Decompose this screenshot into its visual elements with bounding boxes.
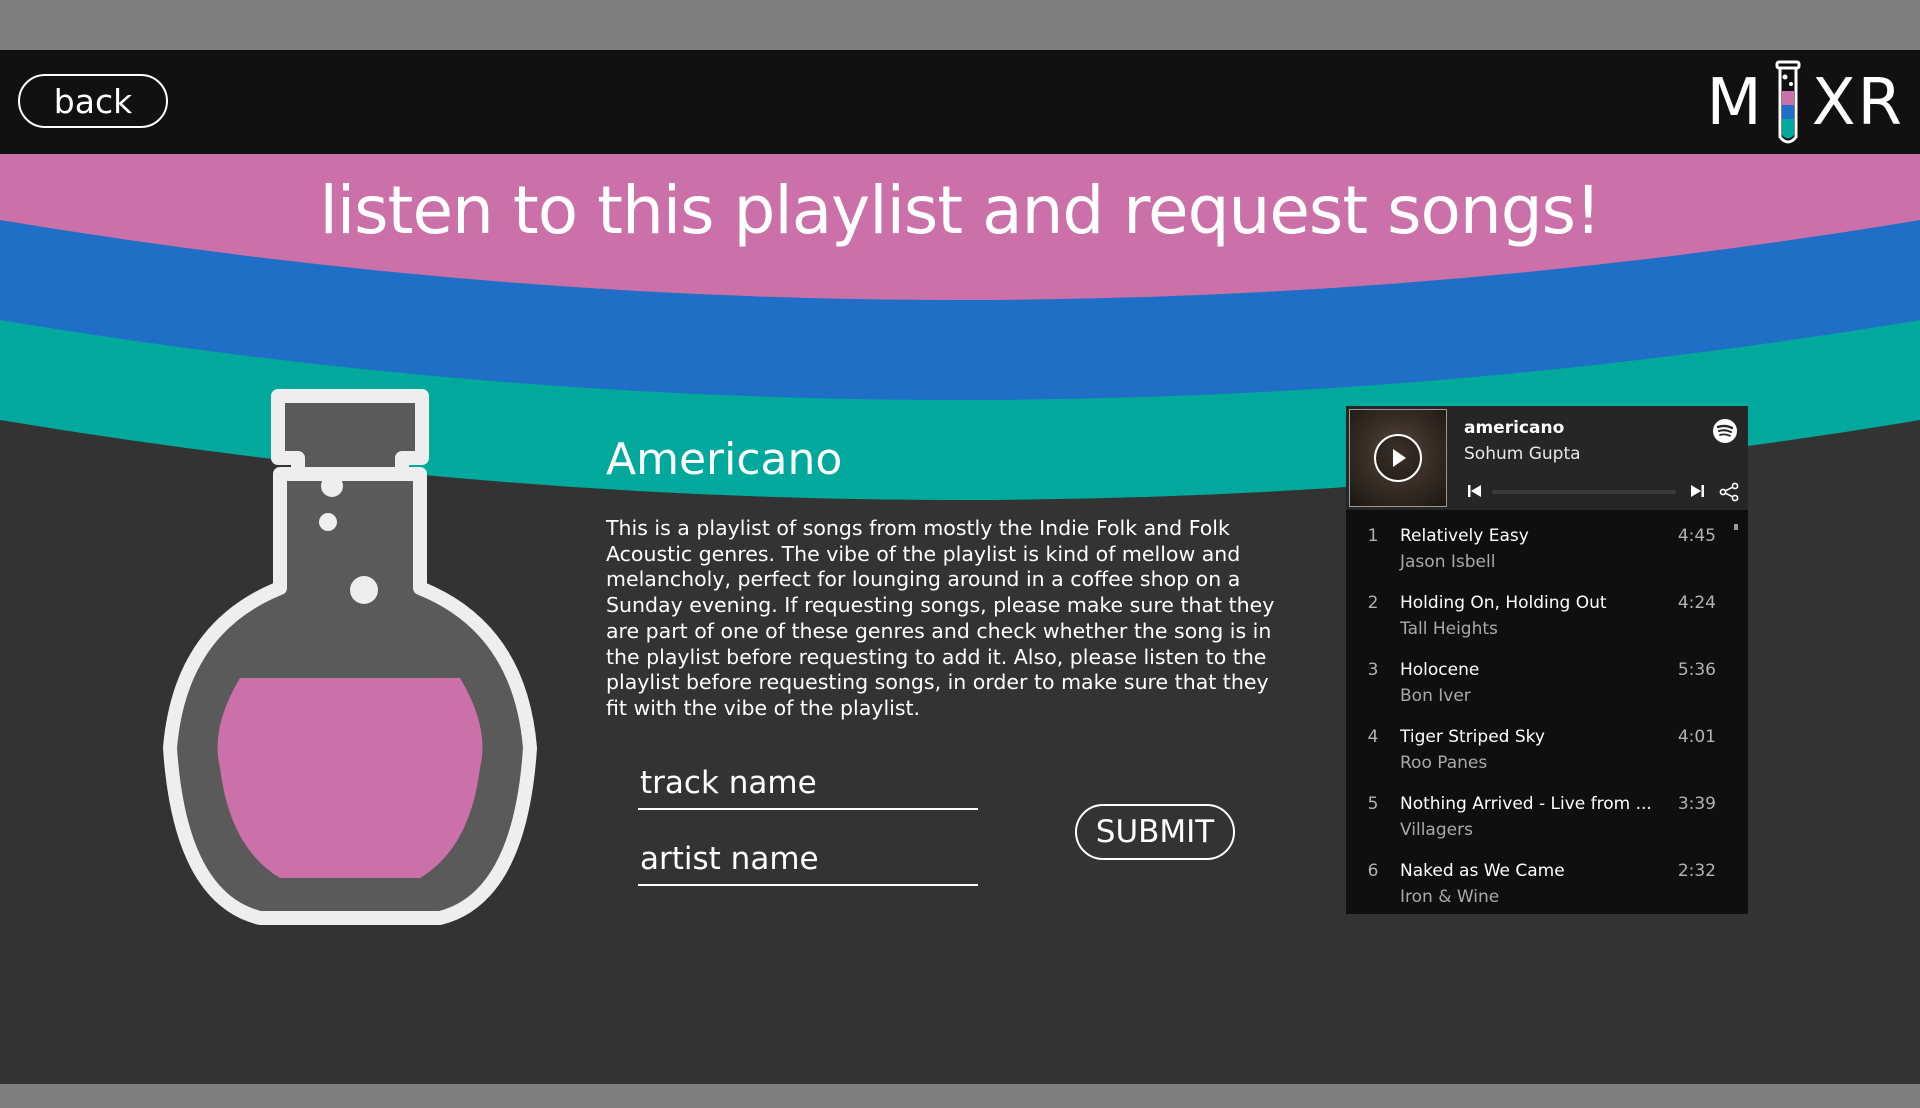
track-duration: 3:39 — [1677, 794, 1716, 814]
track-artist[interactable]: Tall Heights — [1400, 619, 1498, 639]
track-duration: 4:24 — [1677, 593, 1716, 613]
test-tube-icon — [1775, 60, 1801, 144]
flask-illustration — [163, 389, 537, 925]
track-number: 3 — [1367, 660, 1379, 680]
track-number: 1 — [1367, 526, 1379, 546]
track-duration: 4:01 — [1677, 727, 1716, 747]
track-row[interactable]: 3 Holocene Bon Iver 5:36 — [1346, 652, 1736, 712]
next-track-icon[interactable] — [1688, 482, 1706, 500]
track-duration: 4:45 — [1677, 526, 1716, 546]
flask-bubble — [350, 576, 378, 604]
track-artist[interactable]: Bon Iver — [1400, 686, 1471, 706]
track-number: 2 — [1367, 593, 1379, 613]
track-title: Relatively Easy — [1400, 526, 1529, 546]
track-row[interactable]: 6 Naked as We Came Iron & Wine 2:32 — [1346, 853, 1736, 913]
track-name-field — [638, 758, 978, 810]
track-title: Nothing Arrived - Live from ... — [1400, 794, 1650, 814]
artist-name-field — [638, 834, 978, 886]
previous-track-icon[interactable] — [1466, 482, 1484, 500]
submit-button[interactable]: SUBMIT — [1075, 804, 1235, 860]
spotify-owner[interactable]: Sohum Gupta — [1464, 444, 1581, 464]
flask-liquid — [217, 678, 483, 878]
track-number: 4 — [1367, 727, 1379, 747]
track-artist[interactable]: Iron & Wine — [1400, 887, 1499, 907]
progress-bar[interactable] — [1492, 490, 1676, 494]
track-row[interactable]: 5 Nothing Arrived - Live from ... Villag… — [1346, 786, 1736, 846]
back-button[interactable]: back — [18, 74, 168, 128]
spotify-embed: americano Sohum Gupta 1 Relatively Easy … — [1346, 406, 1748, 914]
track-number: 5 — [1367, 794, 1379, 814]
album-art[interactable] — [1349, 409, 1447, 507]
play-icon[interactable] — [1374, 434, 1422, 482]
logo-text-right: XR — [1811, 66, 1904, 140]
flask-bubble — [319, 513, 337, 531]
track-row[interactable]: 4 Tiger Striped Sky Roo Panes 4:01 — [1346, 719, 1736, 779]
top-bar: back M XR — [0, 50, 1920, 154]
track-number: 6 — [1367, 861, 1379, 881]
track-duration: 2:32 — [1677, 861, 1716, 881]
app-frame: back M XR listen to this playlist and re… — [0, 50, 1920, 1084]
playlist-description: This is a playlist of songs from mostly … — [606, 516, 1275, 720]
page-title: listen to this playlist and request song… — [319, 172, 1602, 249]
logo-text-left: M — [1706, 66, 1764, 140]
track-title: Tiger Striped Sky — [1400, 727, 1545, 747]
share-icon[interactable] — [1718, 481, 1740, 503]
spotify-logo-icon[interactable] — [1712, 418, 1738, 444]
playlist-name: Americano — [606, 434, 843, 485]
track-row[interactable]: 1 Relatively Easy Jason Isbell 4:45 — [1346, 518, 1736, 578]
track-artist[interactable]: Roo Panes — [1400, 753, 1487, 773]
track-row[interactable]: 2 Holding On, Holding Out Tall Heights 4… — [1346, 585, 1736, 645]
artist-name-input[interactable] — [638, 834, 978, 884]
spotify-header: americano Sohum Gupta — [1346, 406, 1748, 510]
flask-neck-top — [271, 389, 429, 481]
track-duration: 5:36 — [1677, 660, 1716, 680]
mixr-logo: M XR — [1706, 58, 1904, 148]
track-name-input[interactable] — [638, 758, 978, 808]
flask-bubble — [321, 475, 343, 497]
spotify-playlist-title[interactable]: americano — [1464, 418, 1564, 438]
track-title: Holding On, Holding Out — [1400, 593, 1607, 613]
track-artist[interactable]: Jason Isbell — [1400, 552, 1495, 572]
track-title: Holocene — [1400, 660, 1480, 680]
track-artist[interactable]: Villagers — [1400, 820, 1473, 840]
player-controls — [1464, 480, 1740, 504]
track-title: Naked as We Came — [1400, 861, 1565, 881]
